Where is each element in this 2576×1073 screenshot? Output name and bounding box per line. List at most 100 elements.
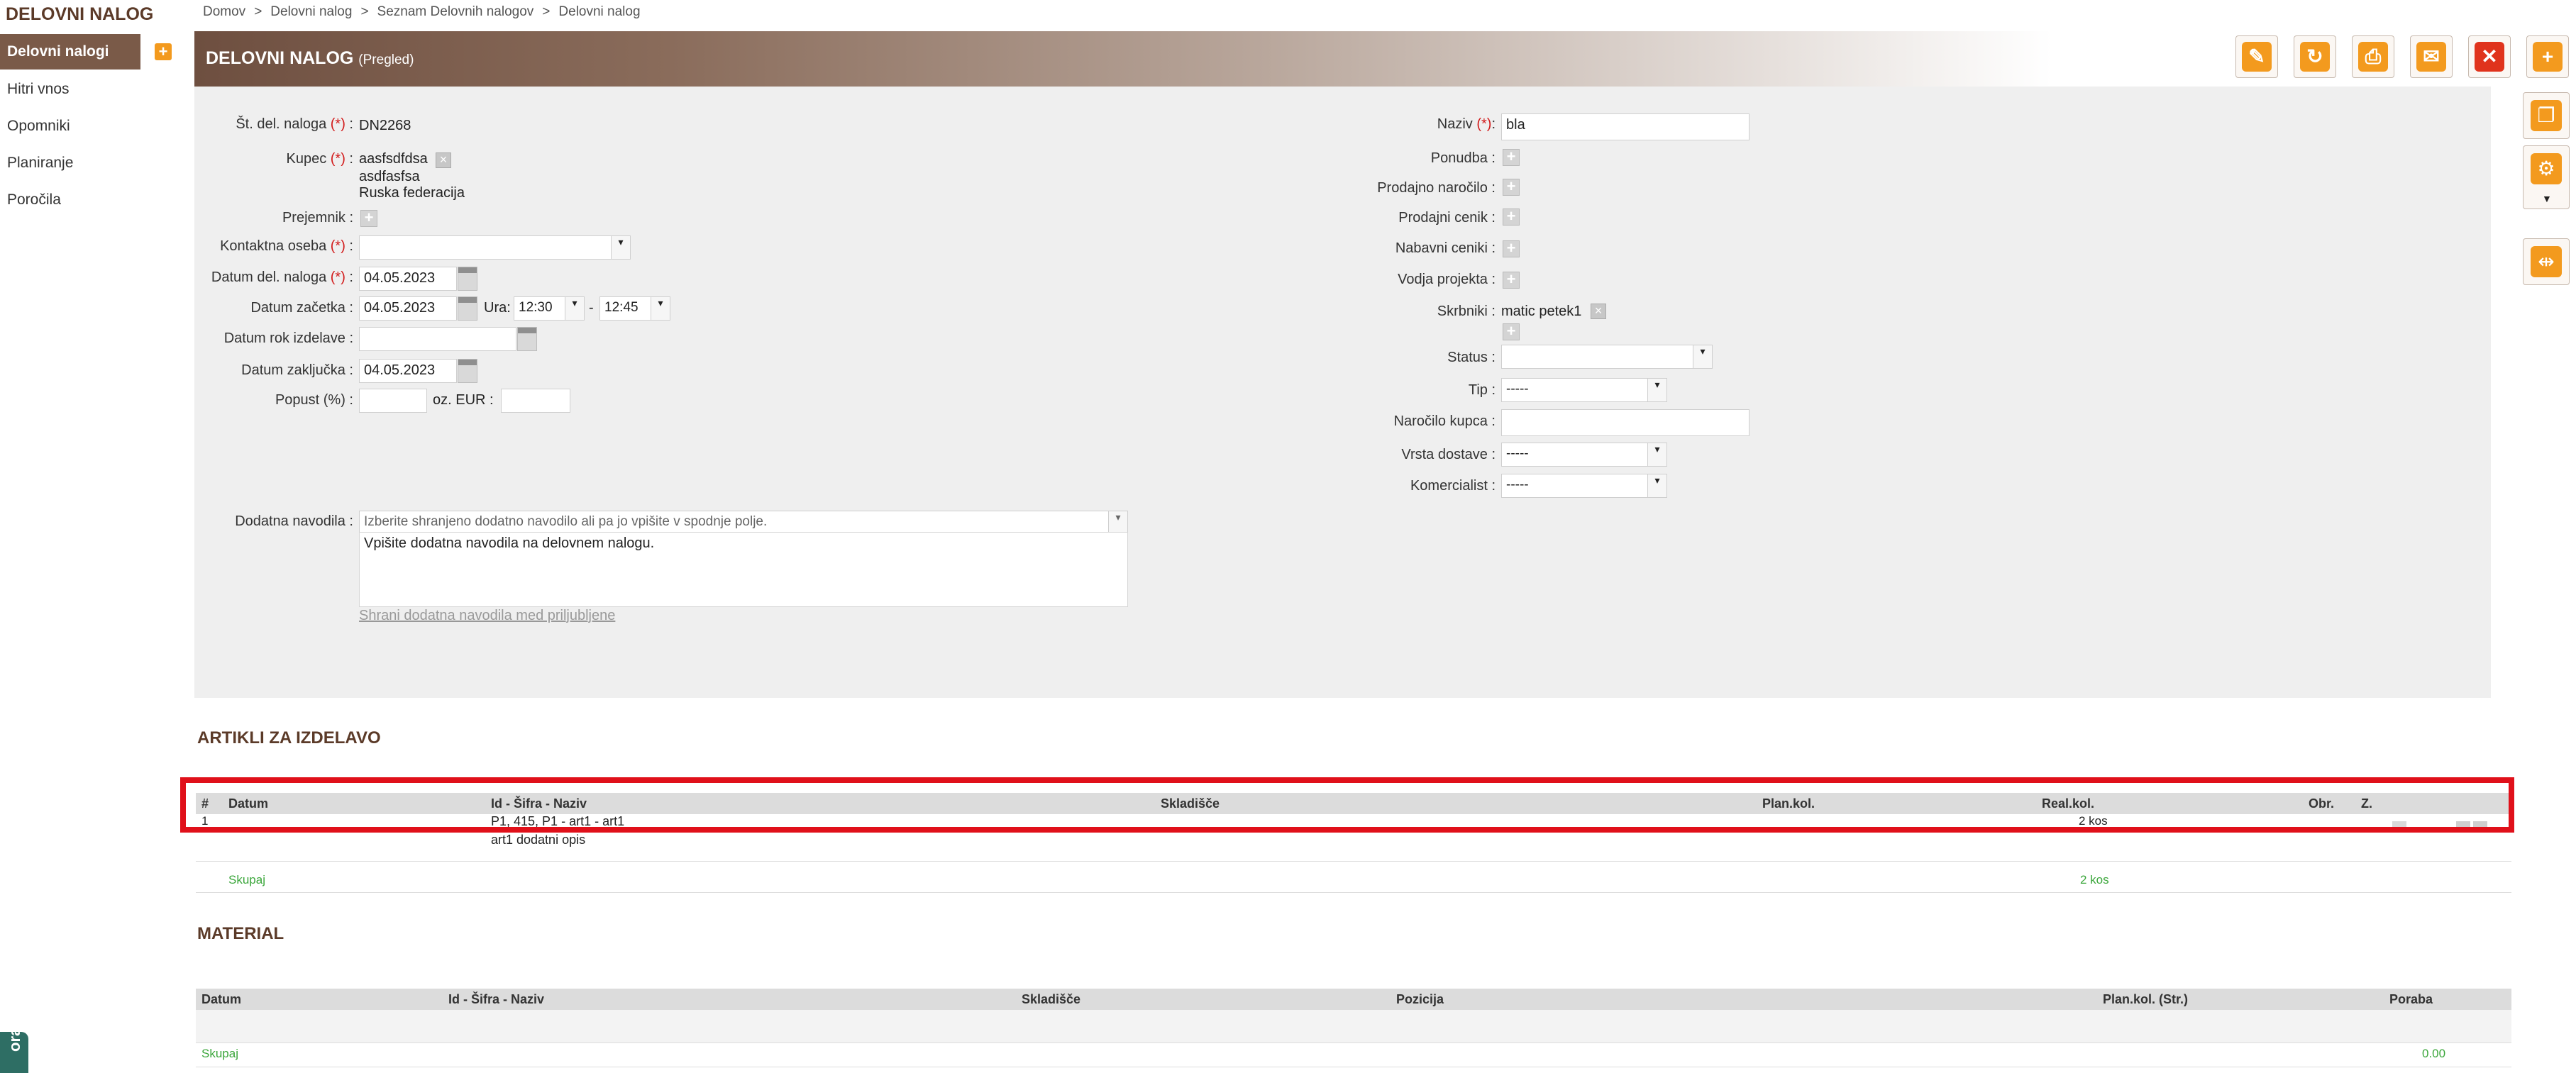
add-prodajni-cenik-icon[interactable]: +	[1503, 209, 1520, 226]
status-select[interactable]: ▾	[1501, 345, 1713, 369]
col-skladisce: Skladišče	[1022, 992, 1081, 1006]
add-ponudba-icon[interactable]: +	[1503, 149, 1520, 166]
select-value: -----	[1506, 477, 1529, 492]
popust-label: Popust (%) :	[275, 392, 353, 408]
print-icon: ⎙	[2358, 42, 2388, 72]
copy-button[interactable]: ❐	[2523, 92, 2570, 139]
refresh-button[interactable]: ↻	[2294, 35, 2336, 78]
close-button[interactable]: ✕	[2468, 35, 2511, 78]
chevron-down-icon: ▾	[565, 297, 584, 320]
kupec-label: Kupec (*) :	[286, 151, 353, 167]
vrsta-dostave-select[interactable]: ----- ▾	[1501, 443, 1667, 467]
dodatna-navodila-select[interactable]: Izberite shranjeno dodatno navodilo ali …	[359, 511, 1128, 535]
material-table-header: Datum Id - Šifra - Naziv Skladišče Pozic…	[196, 989, 2511, 1010]
komercialist-label: Komercialist :	[1410, 478, 1496, 494]
naziv-label: Naziv (*):	[1437, 116, 1496, 132]
calendar-icon[interactable]	[458, 359, 477, 383]
popust-input[interactable]	[359, 389, 427, 413]
kontaktna-oseba-label: Kontaktna oseba (*) :	[220, 238, 353, 254]
add-button[interactable]: +	[2526, 35, 2569, 78]
sidebar-item-planiranje[interactable]: Planiranje	[0, 145, 140, 181]
email-button[interactable]: ✉	[2410, 35, 2453, 78]
settings-button[interactable]: ⚙ ▼	[2523, 145, 2570, 209]
add-prodajno-narocilo-icon[interactable]: +	[1503, 179, 1520, 196]
tip-select[interactable]: ----- ▾	[1501, 378, 1667, 402]
corner-tab-label: ora	[6, 1027, 23, 1052]
calendar-icon[interactable]	[517, 327, 537, 351]
breadcrumb-item[interactable]: Domov	[203, 4, 245, 19]
datum-zacetka-input[interactable]: 04.05.2023	[359, 296, 457, 321]
add-skrbnik-icon[interactable]: +	[1503, 323, 1520, 340]
prodajni-cenik-label: Prodajni cenik :	[1398, 210, 1496, 226]
sidebar-item-delovni-nalogi[interactable]: Delovni nalogi	[0, 34, 140, 70]
sidebar-item-porocila[interactable]: Poročila	[0, 182, 140, 218]
split-view-button[interactable]: ⇹	[2523, 238, 2570, 285]
datum-zacetka-label: Datum začetka :	[250, 300, 353, 316]
page-title-text: DELOVNI NALOG	[206, 48, 354, 68]
corner-tab[interactable]: ora	[0, 1028, 28, 1073]
add-nabavni-ceniki-icon[interactable]: +	[1503, 240, 1520, 257]
add-icon[interactable]: +	[155, 43, 172, 60]
kupec-line-1: aasfsdfdsa	[359, 151, 428, 167]
narocilo-kupca-input[interactable]	[1501, 409, 1749, 436]
calendar-icon[interactable]	[458, 267, 477, 291]
datum-rok-input[interactable]	[359, 327, 516, 351]
skrbniki-value: matic petek1	[1501, 304, 1582, 319]
komercialist-select[interactable]: ----- ▾	[1501, 474, 1667, 498]
header-bar	[194, 31, 2576, 87]
material-section-title: MATERIAL	[197, 924, 284, 943]
col-poraba: Poraba	[2389, 992, 2433, 1006]
select-value: Izberite shranjeno dodatno navodilo ali …	[364, 514, 768, 529]
st-del-naloga-value: DN2268	[359, 118, 411, 133]
divider	[196, 861, 2511, 862]
gear-icon: ⚙	[2531, 153, 2562, 184]
breadcrumb-item[interactable]: Delovni nalog	[270, 4, 352, 19]
kupec-line-3: Ruska federacija	[359, 185, 465, 201]
page-mode: (Pregled)	[358, 52, 414, 67]
col-pozicija: Pozicija	[1396, 992, 1444, 1006]
skrbniki-label: Skrbniki :	[1437, 304, 1496, 319]
select-value: 12:45	[604, 300, 639, 315]
nabavni-ceniki-label: Nabavni ceniki :	[1395, 240, 1496, 256]
label-text: Skrbniki	[1437, 304, 1488, 319]
datum-del-naloga-input[interactable]: 04.05.2023	[359, 267, 457, 291]
ura-to-select[interactable]: 12:45 ▾	[599, 296, 670, 321]
page-title: DELOVNI NALOG (Pregled)	[206, 48, 414, 69]
label-text: Kontaktna oseba	[220, 238, 327, 254]
ura-from-select[interactable]: 12:30 ▾	[514, 296, 585, 321]
breadcrumb-item[interactable]: Seznam Delovnih nalogov	[377, 4, 534, 19]
dodatna-navodila-textarea[interactable]: Vpišite dodatna navodila na delovnem nal…	[359, 532, 1128, 607]
label-text: Dodatna navodila	[235, 513, 346, 529]
ponudba-label: Ponudba :	[1430, 150, 1496, 166]
chevron-down-icon: ▾	[1647, 443, 1666, 466]
add-vodja-projekta-icon[interactable]: +	[1503, 272, 1520, 289]
print-button[interactable]: ⎙	[2352, 35, 2394, 78]
naziv-input[interactable]: bla	[1501, 113, 1749, 140]
datum-zakljucka-input[interactable]: 04.05.2023	[359, 359, 457, 383]
kontaktna-oseba-select[interactable]: ▾	[359, 235, 631, 260]
caret-down-icon: ▼	[2542, 193, 2552, 204]
remove-skrbnik-icon[interactable]: ×	[1591, 304, 1606, 319]
select-value: 12:30	[519, 300, 553, 315]
sidebar-item-opomniki[interactable]: Opomniki	[0, 109, 140, 144]
add-prejemnik-icon[interactable]: +	[360, 210, 377, 227]
eur-label: oz. EUR :	[433, 392, 494, 408]
save-navodila-link[interactable]: Shrani dodatna navodila med priljubljene	[359, 608, 615, 624]
prodajno-narocilo-label: Prodajno naročilo :	[1377, 180, 1496, 196]
required-mark: (*)	[330, 269, 346, 285]
articles-section-title: ARTIKLI ZA IZDELAVO	[197, 728, 381, 747]
label-text: Datum del. naloga	[211, 269, 327, 285]
calendar-icon[interactable]	[458, 296, 477, 321]
breadcrumb-item: Delovni nalog	[558, 4, 641, 19]
eur-input[interactable]	[501, 389, 570, 413]
sidebar-item-hitri-vnos[interactable]: Hitri vnos	[0, 72, 140, 107]
kupec-line-2: asdfasfsa	[359, 169, 420, 184]
plus-icon: +	[2533, 42, 2563, 72]
remove-kupec-icon[interactable]: ×	[436, 152, 451, 168]
edit-button[interactable]: ✎	[2235, 35, 2278, 78]
label-text: Št. del. naloga	[236, 116, 327, 132]
select-value: -----	[1506, 382, 1529, 396]
col-datum: Datum	[201, 992, 242, 1006]
col-id-sifra-naziv: Id - Šifra - Naziv	[448, 992, 545, 1006]
select-value: -----	[1506, 446, 1529, 461]
